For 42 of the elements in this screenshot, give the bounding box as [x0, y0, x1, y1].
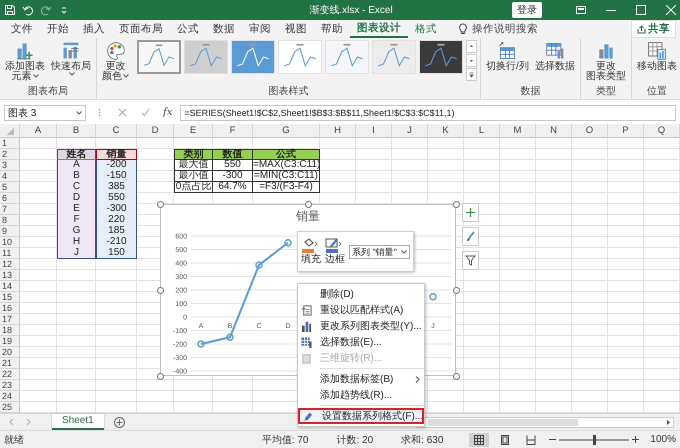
table-cell: B	[57, 171, 96, 182]
table-cell: -300	[96, 204, 137, 215]
table-cell: A	[57, 160, 96, 171]
status-stat: 求和: 630	[401, 434, 444, 446]
table-cell: C	[57, 182, 96, 193]
table-cell: 550	[213, 160, 253, 171]
table-cell: D	[57, 193, 96, 204]
group-label: 数据	[519, 85, 542, 99]
status-stat: 计数: 20	[336, 434, 374, 446]
group-label: 图表布局	[27, 85, 69, 99]
column-header-cell: 类别	[174, 149, 213, 160]
column-header-cell: 数值	[213, 149, 253, 160]
table-cell: J	[57, 248, 96, 259]
table-cell: 220	[96, 215, 137, 226]
table-cell: -200	[96, 160, 137, 171]
table-cell: 最小值	[174, 171, 213, 182]
group-label: 类型	[594, 85, 617, 99]
table-cell: 550	[96, 193, 137, 204]
table-cell: -210	[96, 237, 137, 248]
table-cell: 185	[96, 226, 137, 237]
status-text: 就绪	[4, 434, 24, 446]
table-cell: -300	[213, 171, 253, 182]
table-cell: 385	[96, 182, 137, 193]
table-cell: G	[57, 226, 96, 237]
column-header-cell: 公式	[253, 149, 320, 160]
table-cell: F	[57, 215, 96, 226]
table-cell: 0点占比	[174, 182, 213, 193]
table-cell: -150	[96, 171, 137, 182]
chart-title: 销量	[295, 208, 321, 225]
table-cell: =F3/(F3-F4)	[253, 182, 320, 193]
group-label: 位置	[646, 85, 668, 99]
column-header-cell: 销量	[96, 149, 137, 160]
table-cell: =MIN(C3:C11)	[253, 171, 320, 182]
status-stat: 平均值: 70	[262, 434, 308, 446]
group-label: 图表样式	[268, 85, 310, 99]
table-cell: E	[57, 204, 96, 215]
table-cell: 最大值	[174, 160, 213, 171]
window-title: 渐变线.xlsx - Excel	[308, 4, 394, 17]
table-cell: 150	[96, 248, 137, 259]
table-cell: H	[57, 237, 96, 248]
table-cell: 64.7%	[213, 182, 253, 193]
column-header-cell: 姓名	[57, 149, 96, 160]
